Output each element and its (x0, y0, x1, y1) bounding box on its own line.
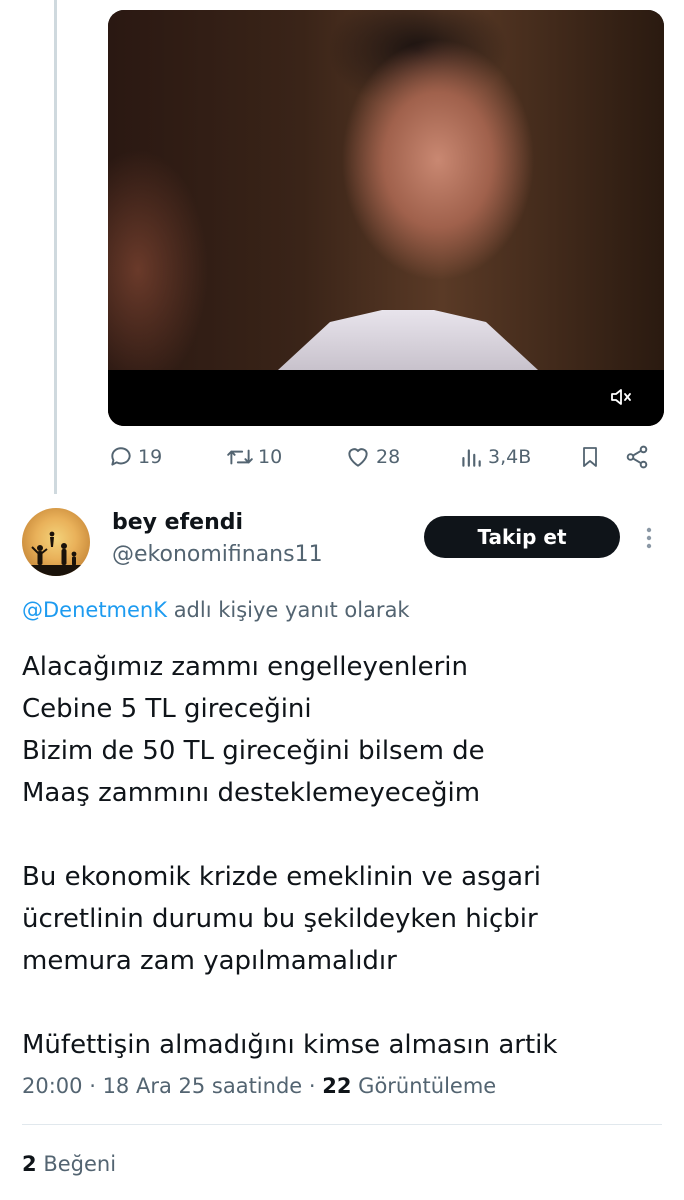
volume-mute-icon[interactable] (608, 384, 634, 410)
follow-button[interactable]: Takip et (424, 516, 620, 558)
reply-mention-link[interactable]: @DenetmenK (22, 598, 167, 622)
analytics-icon (462, 449, 481, 467)
tweet-text-line: Bizim de 50 TL gireceğini bilsem de (22, 736, 485, 766)
share-button[interactable] (624, 444, 650, 470)
tweet-text-line: Alacağımız zammı engelleyenlerin (22, 652, 468, 682)
meta-separator: · (82, 1074, 103, 1098)
tweet-text-line: Müfettişin almadığını kimse almasın arti… (22, 1030, 558, 1060)
tweet-author-row: bey efendi @ekonomifinans11 Takip et (20, 506, 664, 582)
retweet-button[interactable]: 10 (226, 444, 282, 470)
tweet-text-line: Cebine 5 TL gireceğini (22, 694, 312, 724)
bookmark-icon (583, 447, 597, 467)
reply-context-suffix: adlı kişiye yanıt olarak (167, 598, 410, 622)
likes-count: 2 (22, 1152, 37, 1176)
meta-separator: · (302, 1074, 323, 1098)
heart-icon (348, 448, 368, 467)
tweet-meta: 20:00 · 18 Ara 25 saatinde · 22 Görüntül… (22, 1074, 496, 1098)
tweet-action-bar: 19 10 28 3,4B (108, 440, 664, 474)
reply-count: 19 (138, 446, 163, 468)
author-handle[interactable]: @ekonomifinans11 (112, 542, 323, 567)
tweet-text-line: ücretlinin durumu bu şekildeyken hiçbir (22, 904, 538, 934)
reply-icon (111, 447, 131, 466)
views-button[interactable]: 3,4B (458, 444, 531, 470)
reply-context: @DenetmenK adlı kişiye yanıt olarak (22, 598, 410, 622)
retweet-icon (227, 449, 253, 465)
likes-summary[interactable]: 2 Beğeni (22, 1152, 116, 1176)
thread-connector-line (54, 0, 57, 494)
reply-button[interactable]: 19 (108, 444, 162, 470)
tweet-date[interactable]: 18 Ara 25 saatinde (103, 1074, 303, 1098)
like-count: 28 (376, 446, 401, 468)
more-options-button[interactable] (642, 524, 656, 552)
tweet-body: Alacağımız zammı engelleyenlerin Cebine … (22, 646, 662, 1066)
likes-label: Beğeni (43, 1152, 117, 1176)
bookmark-button[interactable] (578, 444, 602, 470)
avatar[interactable] (22, 508, 90, 576)
avatar-silhouette-icon (22, 531, 90, 576)
author-display-name[interactable]: bey efendi (112, 510, 243, 535)
divider (22, 1124, 662, 1125)
tweet-time[interactable]: 20:00 (22, 1074, 83, 1098)
views-count: 3,4B (488, 446, 532, 468)
tweet-text-line: memura zam yapılmamalıdır (22, 946, 397, 976)
tweet-text-line: Bu ekonomik krizde emeklinin ve asgari (22, 862, 541, 892)
video-player[interactable] (108, 10, 664, 426)
retweet-count: 10 (258, 446, 283, 468)
views-count-meta: 22 (322, 1074, 352, 1098)
like-button[interactable]: 28 (344, 444, 400, 470)
video-control-bar (108, 370, 664, 426)
views-label: Görüntüleme (358, 1074, 497, 1098)
tweet-text-line: Maaş zammını desteklemeyeceğim (22, 778, 481, 808)
share-icon (626, 445, 648, 469)
more-vertical-icon (646, 527, 652, 549)
